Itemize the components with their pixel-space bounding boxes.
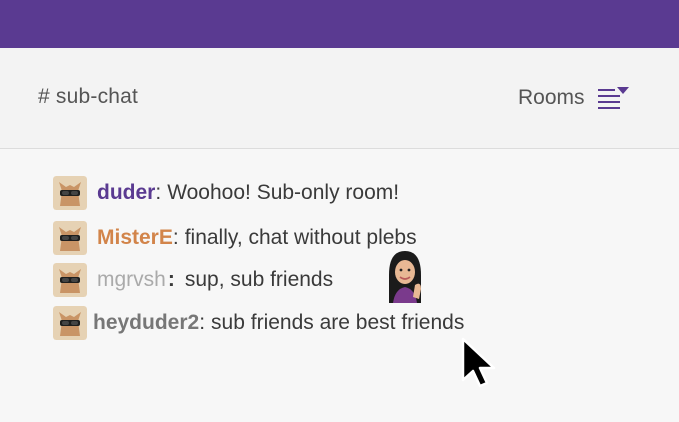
message-text: sub friends are best friends bbox=[211, 311, 465, 334]
colon-separator: : bbox=[155, 181, 162, 204]
mouse-pointer-icon bbox=[461, 337, 496, 388]
chat-message: mgrvsh: sup, sub friends bbox=[53, 263, 333, 297]
username[interactable]: duder bbox=[97, 181, 155, 205]
room-header: # sub-chat Rooms bbox=[0, 48, 679, 149]
rooms-button[interactable]: Rooms bbox=[518, 78, 631, 118]
message-text: sup, sub friends bbox=[184, 268, 334, 291]
chat-area: duder: Woohoo! Sub-only room! MisterE: fin… bbox=[0, 149, 679, 422]
emote-icon bbox=[389, 251, 421, 303]
username[interactable]: MisterE bbox=[97, 226, 173, 250]
chat-message: heyduder2: sub friends are best friends bbox=[53, 306, 464, 340]
subscriber-badge-icon bbox=[53, 176, 87, 210]
chat-message: MisterE: finally, chat without plebs bbox=[53, 221, 417, 255]
list-dropdown-icon bbox=[597, 87, 629, 109]
subscriber-badge-icon bbox=[53, 221, 87, 255]
subscriber-badge-icon bbox=[53, 306, 87, 340]
room-title: # sub-chat bbox=[38, 85, 139, 108]
top-bar bbox=[0, 0, 679, 48]
colon-separator: : bbox=[199, 311, 206, 334]
rooms-label: Rooms bbox=[518, 86, 585, 109]
colon-separator: : bbox=[167, 268, 175, 291]
username[interactable]: heyduder2 bbox=[93, 311, 199, 335]
message-text: Woohoo! Sub-only room! bbox=[167, 181, 400, 204]
chat-message: duder: Woohoo! Sub-only room! bbox=[53, 176, 399, 210]
subscriber-badge-icon bbox=[53, 263, 87, 297]
colon-separator: : bbox=[172, 226, 179, 249]
username[interactable]: mgrvsh bbox=[97, 268, 166, 292]
